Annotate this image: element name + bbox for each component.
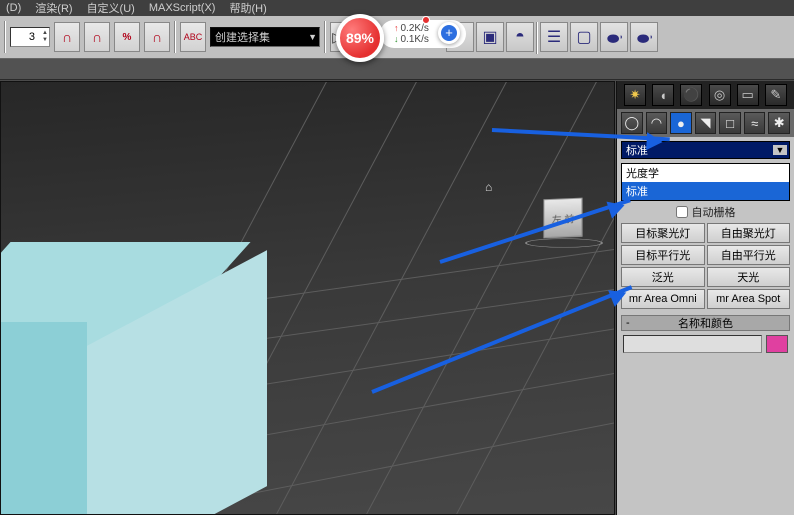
notification-dot-icon <box>422 16 430 24</box>
target-direct-button[interactable]: 目标平行光 <box>621 245 705 265</box>
menu-render[interactable]: 渲染(R) <box>35 0 72 16</box>
light-buttons-grid: 目标聚光灯 自由聚光灯 目标平行光 自由平行光 泛光 天光 mr Area Om… <box>621 223 790 309</box>
teapot-icon <box>604 28 624 46</box>
systems-cat-icon[interactable]: ✱ <box>768 112 790 134</box>
mr-area-spot-button[interactable]: mr Area Spot <box>707 289 791 309</box>
accelerator-badge[interactable]: 89% <box>336 14 384 62</box>
viewport[interactable]: ⌂ 左 前 <box>0 81 615 515</box>
spinner-value[interactable]: 3 <box>10 27 50 47</box>
free-direct-button[interactable]: 自由平行光 <box>707 245 791 265</box>
viewcube-home-icon[interactable]: ⌂ <box>485 180 492 194</box>
render-teapot-icon[interactable] <box>600 22 628 52</box>
menu-d[interactable]: (D) <box>6 2 21 14</box>
dropdown-opt-standard[interactable]: 标准 <box>622 182 789 200</box>
autogrid-row: 自动栅格 <box>617 204 794 220</box>
edit-named-sel-icon[interactable]: ABC <box>180 22 206 52</box>
light-type-dropdown[interactable]: 光度学 标准 <box>621 163 790 201</box>
toolbar-separator <box>324 21 326 53</box>
create-tab-icon[interactable]: ✷ <box>624 84 646 106</box>
menu-custom[interactable]: 自定义(U) <box>87 0 135 16</box>
command-panel: ✷ ◖ ⚫ ◎ ▭ ✎ ◯ ◠ ● ◥ □ ≈ ✱ 标准 光度学 标准 自动栅格… <box>616 81 794 515</box>
toolbar-separator <box>536 22 538 54</box>
object-name-input[interactable] <box>623 335 762 353</box>
cube-front-face <box>0 322 87 515</box>
scene-box-object[interactable] <box>0 242 201 502</box>
rollout-collapse-icon: - <box>626 317 630 329</box>
rendered-frame-icon[interactable]: ▢ <box>570 22 598 52</box>
menu-help[interactable]: 帮助(H) <box>229 0 266 16</box>
toolbar-separator <box>4 21 6 53</box>
light-type-combo-label: 标准 <box>626 142 648 158</box>
lights-cat-icon[interactable]: ● <box>670 112 692 134</box>
motion-tab-icon[interactable]: ◎ <box>709 84 731 106</box>
utilities-tab-icon[interactable]: ✎ <box>765 84 787 106</box>
snap-toggle-1-icon[interactable]: ∩ <box>54 22 80 52</box>
viewcube[interactable]: 左 前 <box>525 190 603 262</box>
menu-bar: (D) 渲染(R) 自定义(U) MAXScript(X) 帮助(H) <box>0 0 794 16</box>
omni-button[interactable]: 泛光 <box>621 267 705 287</box>
skylight-button[interactable]: 天光 <box>707 267 791 287</box>
snap-toggle-2-icon[interactable]: ∩ <box>84 22 110 52</box>
viewcube-ring[interactable] <box>525 238 603 247</box>
hierarchy-tab-icon[interactable]: ⚫ <box>680 84 702 106</box>
target-spot-button[interactable]: 目标聚光灯 <box>621 223 705 243</box>
snap-toggle-3-icon[interactable]: % <box>114 22 140 52</box>
create-category-tabs: ◯ ◠ ● ◥ □ ≈ ✱ <box>617 109 794 137</box>
spacewarps-cat-icon[interactable]: ≈ <box>744 112 766 134</box>
cameras-cat-icon[interactable]: ◥ <box>695 112 717 134</box>
badge-percent: 89% <box>346 30 374 46</box>
grid-line <box>368 81 615 515</box>
add-action-badge[interactable] <box>438 22 460 44</box>
named-selection-combo[interactable]: 创建选择集 <box>210 27 320 47</box>
command-panel-tabs: ✷ ◖ ⚫ ◎ ▭ ✎ <box>617 81 794 109</box>
teapot-icon <box>634 28 654 46</box>
geometry-cat-icon[interactable]: ◯ <box>621 112 643 134</box>
spinner-value-text: 3 <box>29 31 35 43</box>
object-color-swatch[interactable] <box>766 335 788 353</box>
snap-toggle-4-icon[interactable]: ∩ <box>144 22 170 52</box>
dropdown-opt-photometric[interactable]: 光度学 <box>622 164 789 182</box>
name-and-color-rollout[interactable]: - 名称和颜色 <box>621 315 790 331</box>
menu-maxscript[interactable]: MAXScript(X) <box>149 2 216 14</box>
modify-tab-icon[interactable]: ◖ <box>652 84 674 106</box>
render-production-icon[interactable] <box>630 22 658 52</box>
display-tab-icon[interactable]: ▭ <box>737 84 759 106</box>
scene-toolbar-strip <box>0 58 794 80</box>
name-and-color-label: 名称和颜色 <box>678 315 733 331</box>
helpers-cat-icon[interactable]: □ <box>719 112 741 134</box>
render-setup-icon[interactable]: ☰ <box>540 22 568 52</box>
schematic-view-icon[interactable]: ▣ <box>476 22 504 52</box>
name-color-row <box>623 335 788 353</box>
toolbar-right-group: ∿ ▣ ◓ ☰ ▢ <box>446 22 658 54</box>
toolbar-separator <box>174 21 176 53</box>
autogrid-label: 自动栅格 <box>692 204 736 220</box>
material-editor-icon[interactable]: ◓ <box>506 22 534 52</box>
free-spot-button[interactable]: 自由聚光灯 <box>707 223 791 243</box>
grid-line <box>278 81 615 515</box>
autogrid-checkbox[interactable] <box>676 206 688 218</box>
named-selection-label: 创建选择集 <box>215 29 270 45</box>
shapes-cat-icon[interactable]: ◠ <box>646 112 668 134</box>
